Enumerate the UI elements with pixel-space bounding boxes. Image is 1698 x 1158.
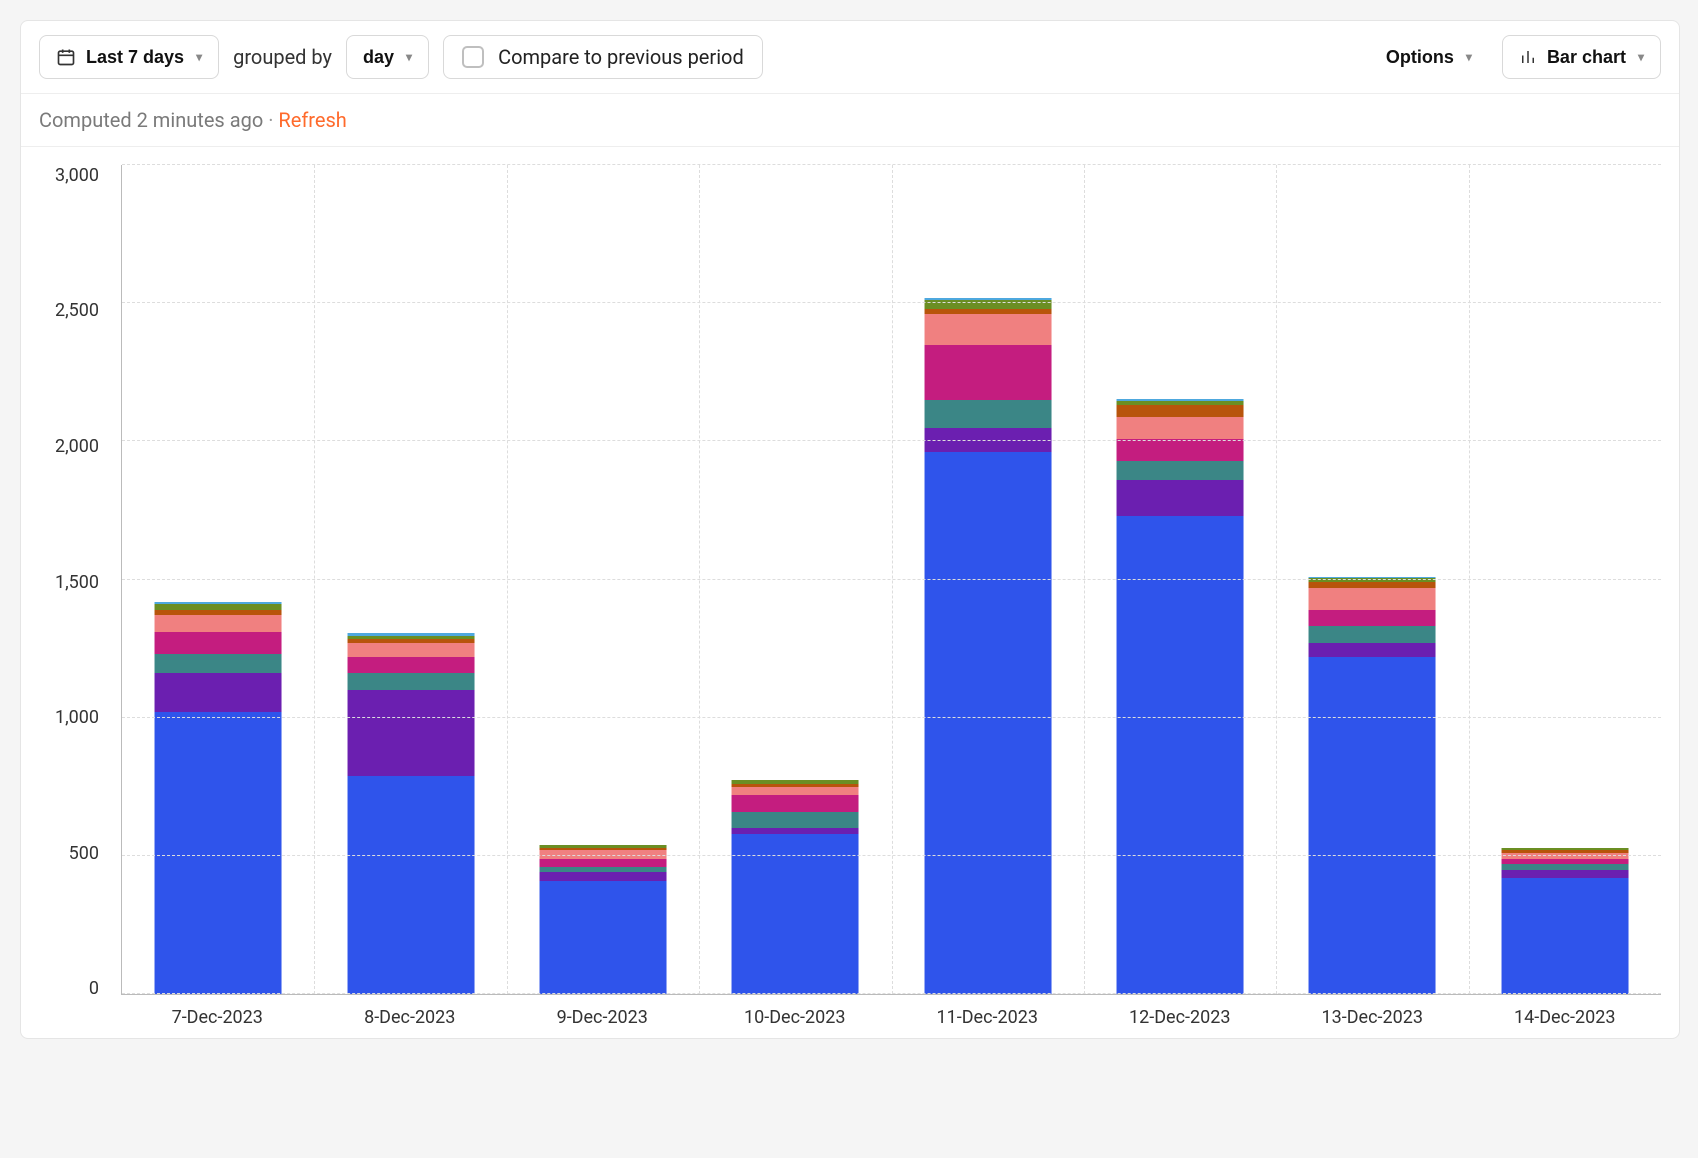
date-range-picker[interactable]: Last 7 days ▾ [39,35,219,79]
bar-segment[interactable] [155,615,282,632]
bar-segment[interactable] [155,673,282,712]
chart-type-select[interactable]: Bar chart ▾ [1502,35,1661,79]
chart-plot[interactable] [121,165,1661,995]
refresh-link[interactable]: Refresh [278,108,346,132]
bar-segment[interactable] [1501,870,1628,878]
bar-segment[interactable] [539,859,666,867]
date-range-label: Last 7 days [86,47,184,68]
bar-slot [314,165,506,994]
bar-segment[interactable] [924,452,1051,994]
vgridline [892,165,893,994]
bar-segment[interactable] [1309,626,1436,643]
chart-panel: Last 7 days ▾ grouped by day ▾ Compare t… [20,20,1680,1039]
bar-segment[interactable] [347,673,474,690]
chart-type-label: Bar chart [1547,47,1626,68]
separator: · [268,108,273,132]
bar-stack[interactable] [155,602,282,994]
bar-segment[interactable] [1309,588,1436,610]
x-axis-labels: 7-Dec-20238-Dec-20239-Dec-202310-Dec-202… [121,995,1661,1028]
group-unit-label: day [363,47,394,68]
bar-segment[interactable] [539,881,666,994]
bar-slot [1276,165,1468,994]
bar-segment[interactable] [1117,439,1244,461]
bar-segment[interactable] [732,787,859,795]
vgridline [699,165,700,994]
bar-segment[interactable] [1117,480,1244,516]
x-tick-label: 10-Dec-2023 [699,1007,892,1028]
bar-segment[interactable] [732,812,859,829]
compare-label: Compare to previous period [498,45,744,69]
bar-stack[interactable] [347,633,474,994]
calendar-icon [56,47,76,67]
bar-segment[interactable] [924,400,1051,428]
chevron-down-icon: ▾ [406,50,412,64]
vgridline [507,165,508,994]
bar-segment[interactable] [1117,417,1244,439]
compare-previous-checkbox[interactable]: Compare to previous period [443,35,763,79]
bar-segment[interactable] [1117,461,1244,480]
bar-slot [1469,165,1661,994]
bar-segment[interactable] [347,657,474,674]
bar-stack[interactable] [539,845,666,994]
x-tick-label: 14-Dec-2023 [1469,1007,1662,1028]
bar-segment[interactable] [1309,657,1436,994]
bar-stack[interactable] [1309,577,1436,994]
options-label: Options [1386,47,1454,68]
vgridline [1276,165,1277,994]
bar-segment[interactable] [155,632,282,654]
bar-segment[interactable] [539,872,666,880]
bar-segment[interactable] [347,643,474,657]
bar-segment[interactable] [347,690,474,776]
options-menu[interactable]: Options ▾ [1370,35,1488,79]
bar-slot [122,165,314,994]
vgridline [1469,165,1470,994]
group-unit-select[interactable]: day ▾ [346,35,429,79]
chevron-down-icon: ▾ [1638,50,1644,64]
bar-segment[interactable] [155,654,282,673]
bar-segment[interactable] [1117,516,1244,994]
bar-segment[interactable] [1117,405,1244,416]
bar-segment[interactable] [924,314,1051,344]
vgridline [314,165,315,994]
vgridline [1084,165,1085,994]
bar-stack[interactable] [732,780,859,994]
bar-segment[interactable] [1309,643,1436,657]
chevron-down-icon: ▾ [1466,50,1472,64]
y-axis: 05001,0001,5002,0002,5003,000 [39,165,109,978]
x-tick-label: 12-Dec-2023 [1084,1007,1277,1028]
bar-segment[interactable] [1501,878,1628,994]
x-tick-label: 11-Dec-2023 [891,1007,1084,1028]
chart-area: 05001,0001,5002,0002,5003,000 7-Dec-2023… [21,147,1679,1038]
computed-ago-label: Computed 2 minutes ago [39,108,263,132]
bar-stack[interactable] [1501,848,1628,994]
bar-segment[interactable] [155,712,282,994]
x-tick-label: 9-Dec-2023 [506,1007,699,1028]
chevron-down-icon: ▾ [196,50,202,64]
x-tick-label: 7-Dec-2023 [121,1007,314,1028]
bar-chart-icon [1519,48,1537,66]
bar-stack[interactable] [924,298,1051,994]
x-tick-label: 13-Dec-2023 [1276,1007,1469,1028]
bar-segment[interactable] [732,795,859,812]
toolbar: Last 7 days ▾ grouped by day ▾ Compare t… [21,21,1679,94]
bar-segment[interactable] [732,834,859,994]
bar-segment[interactable] [924,345,1051,400]
checkbox-box-icon [462,46,484,68]
bar-stack[interactable] [1117,399,1244,994]
bar-slot [1084,165,1276,994]
bar-slot [892,165,1084,994]
bar-slot [507,165,699,994]
bar-slot [699,165,891,994]
x-tick-label: 8-Dec-2023 [314,1007,507,1028]
bar-segment[interactable] [1309,610,1436,627]
grouped-by-label: grouped by [233,45,332,69]
bar-segment[interactable] [347,776,474,994]
status-row: Computed 2 minutes ago · Refresh [21,94,1679,147]
